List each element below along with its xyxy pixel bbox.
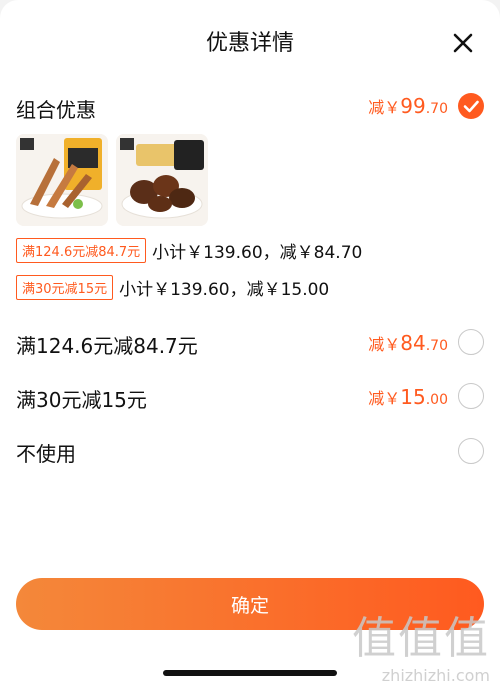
product-image-duck-wing[interactable]	[116, 134, 208, 226]
amount-int: 84	[400, 331, 426, 355]
confirm-button-label: 确定	[230, 594, 269, 617]
amount-prefix: 减￥	[368, 389, 401, 408]
watermark-logo: 值值值	[352, 613, 490, 664]
rule-tag: 满124.6元减84.7元	[16, 238, 147, 263]
product-thumbnails	[16, 134, 208, 226]
combo-check-radio[interactable]	[458, 93, 484, 119]
option-1-discount-amount: 减￥84.70	[368, 331, 448, 355]
amount-int: 99	[400, 94, 426, 118]
option-label-2[interactable]: 满30元减15元	[16, 384, 147, 413]
product-image-duck-neck[interactable]	[16, 134, 108, 226]
combo-rule-line-2: 满30元减15元 小计￥139.60，减￥15.00	[16, 275, 329, 300]
option-1-radio[interactable]	[458, 329, 484, 355]
amount-prefix: 减￥	[368, 98, 401, 117]
amount-dec: .70	[425, 338, 448, 354]
subtotal-text: 小计￥139.60，减￥84.70	[152, 243, 363, 263]
combo-title: 组合优惠	[16, 98, 96, 122]
home-indicator	[163, 670, 337, 676]
rule-tag: 满30元减15元	[16, 275, 114, 300]
page-title: 优惠详情	[205, 31, 294, 56]
combo-rule-line-1: 满124.6元减84.7元 小计￥139.60，减￥84.70	[16, 238, 362, 263]
checkmark-icon	[463, 100, 479, 113]
amount-int: 15	[400, 385, 426, 409]
product-illustration-1	[16, 134, 108, 226]
amount-prefix: 减￥	[368, 335, 401, 354]
option-label-no-coupon[interactable]: 不使用	[16, 438, 76, 467]
subtotal-text: 小计￥139.60，减￥15.00	[119, 280, 330, 300]
coupon-detail-sheet: 优惠详情 组合优惠 减￥99.70 满124.6元减84.7元 小计￥139.6…	[0, 0, 500, 688]
sheet-header: 优惠详情	[0, 24, 500, 64]
option-2-discount-amount: 减￥15.00	[368, 385, 448, 409]
option-2-radio[interactable]	[458, 383, 484, 409]
watermark-url: zhizhizhi.com	[381, 666, 490, 685]
close-icon[interactable]	[450, 30, 476, 56]
option-label-1[interactable]: 满124.6元减84.7元	[16, 330, 198, 359]
amount-dec: .70	[425, 101, 448, 117]
combo-discount-amount: 减￥99.70	[368, 94, 448, 118]
amount-dec: .00	[425, 392, 448, 408]
option-no-coupon-radio[interactable]	[458, 438, 484, 464]
watermark: 值值值 zhizhizhi.com	[352, 602, 490, 685]
product-illustration-2	[116, 134, 208, 226]
